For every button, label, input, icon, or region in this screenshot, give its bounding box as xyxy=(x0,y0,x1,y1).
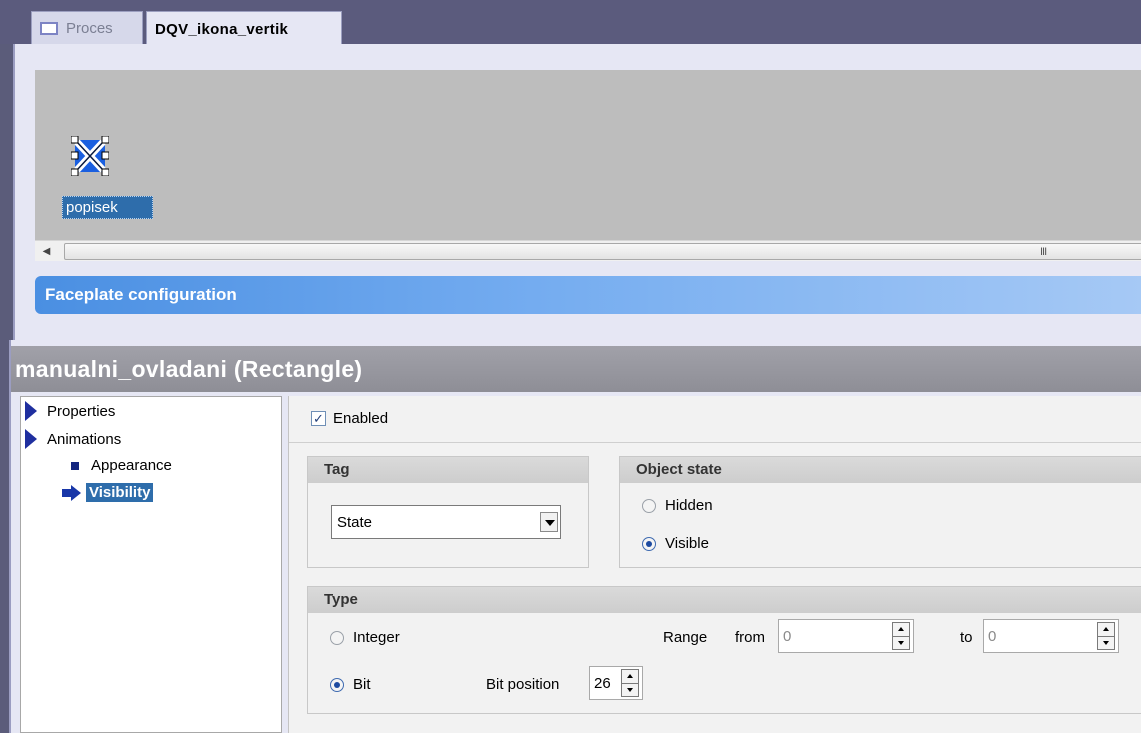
bit-position-label: Bit position xyxy=(486,676,560,693)
divider xyxy=(289,442,1141,443)
tree-item-appearance[interactable]: Appearance xyxy=(61,457,172,474)
faceplate-object-icon[interactable] xyxy=(71,136,109,176)
triangle-right-icon[interactable] xyxy=(25,429,37,449)
visibility-panel: ✓ Enabled Tag State Object state Hidden … xyxy=(288,396,1141,733)
radio-integer-label: Integer xyxy=(353,629,400,646)
enabled-checkbox-row[interactable]: ✓ Enabled xyxy=(311,410,388,427)
window-icon xyxy=(40,21,58,35)
enabled-checkbox[interactable]: ✓ xyxy=(311,411,326,426)
tree-item-label: Visibility xyxy=(86,483,154,502)
horizontal-scrollbar[interactable]: ◀ III xyxy=(35,240,1141,261)
range-from-stepper[interactable]: 0 xyxy=(778,619,914,653)
scroll-grip: III xyxy=(1040,246,1047,258)
inspector-window: manualni_ovladani (Rectangle) Properties… xyxy=(9,340,1141,733)
range-from-value: 0 xyxy=(783,628,792,645)
tab-proces-label: Proces xyxy=(66,19,113,37)
enabled-label: Enabled xyxy=(333,410,389,427)
radio-bit[interactable]: Bit xyxy=(330,676,371,693)
tab-dqv-label: DQV_ikona_vertik xyxy=(155,21,289,38)
range-to-value: 0 xyxy=(988,628,997,645)
tab-proces[interactable]: Proces xyxy=(31,11,143,45)
document-tab-bar: Proces DQV_ikona_vertik xyxy=(0,0,1141,47)
tree-item-label: Properties xyxy=(47,402,116,420)
scroll-thumb[interactable]: III xyxy=(64,243,1141,260)
radio-selected-icon[interactable] xyxy=(642,536,656,551)
radio-visible-label: Visible xyxy=(665,535,709,552)
range-label: Range xyxy=(663,629,708,646)
object-state-group: Object state Hidden Visible xyxy=(619,456,1141,568)
blue-arrow-icon xyxy=(62,484,82,501)
tree-item-properties[interactable]: Properties xyxy=(25,401,115,421)
object-label[interactable]: popisek xyxy=(62,196,153,219)
radio-hidden-label: Hidden xyxy=(665,497,713,514)
radio-circle-icon[interactable] xyxy=(330,630,344,645)
tree-item-label: Animations xyxy=(47,430,122,448)
scroll-left-icon[interactable]: ◀ xyxy=(35,241,58,262)
radio-bit-label: Bit xyxy=(353,676,371,693)
object-state-header: Object state xyxy=(620,457,1141,483)
tag-group-header: Tag xyxy=(308,457,588,483)
editor-canvas[interactable] xyxy=(35,70,1141,240)
tab-dqv-ikona-vertik[interactable]: DQV_ikona_vertik xyxy=(146,11,342,47)
tree-item-label: Appearance xyxy=(91,457,172,474)
tree-item-animations[interactable]: Animations xyxy=(25,429,121,449)
radio-circle-icon[interactable] xyxy=(642,498,656,513)
property-tree: Properties Animations Appearance Visibil… xyxy=(20,396,282,733)
type-group: Type Integer Bit Range from 0 to 0 Bit p… xyxy=(307,586,1141,714)
tree-item-visibility[interactable]: Visibility xyxy=(59,483,154,502)
radio-integer[interactable]: Integer xyxy=(330,629,400,646)
faceplate-editor: popisek ◀ III Faceplate configuration xyxy=(13,44,1141,340)
inspector-title: manualni_ovladani (Rectangle) xyxy=(11,346,1141,392)
bit-position-stepper[interactable]: 26 xyxy=(589,666,643,700)
bit-position-value: 26 xyxy=(594,675,611,692)
range-to-label: to xyxy=(960,629,973,646)
tag-select-value: State xyxy=(337,514,373,531)
tag-select[interactable]: State xyxy=(331,505,561,539)
faceplate-configuration-header[interactable]: Faceplate configuration xyxy=(35,276,1141,314)
square-bullet-icon xyxy=(71,461,79,470)
range-to-stepper[interactable]: 0 xyxy=(983,619,1119,653)
radio-visible[interactable]: Visible xyxy=(642,535,709,552)
type-group-header: Type xyxy=(308,587,1141,613)
tag-group: Tag State xyxy=(307,456,589,568)
chevron-down-icon[interactable] xyxy=(540,512,558,532)
triangle-right-icon[interactable] xyxy=(25,401,37,421)
radio-hidden[interactable]: Hidden xyxy=(642,497,713,514)
radio-selected-icon[interactable] xyxy=(330,677,344,692)
range-from-label: from xyxy=(735,629,765,646)
